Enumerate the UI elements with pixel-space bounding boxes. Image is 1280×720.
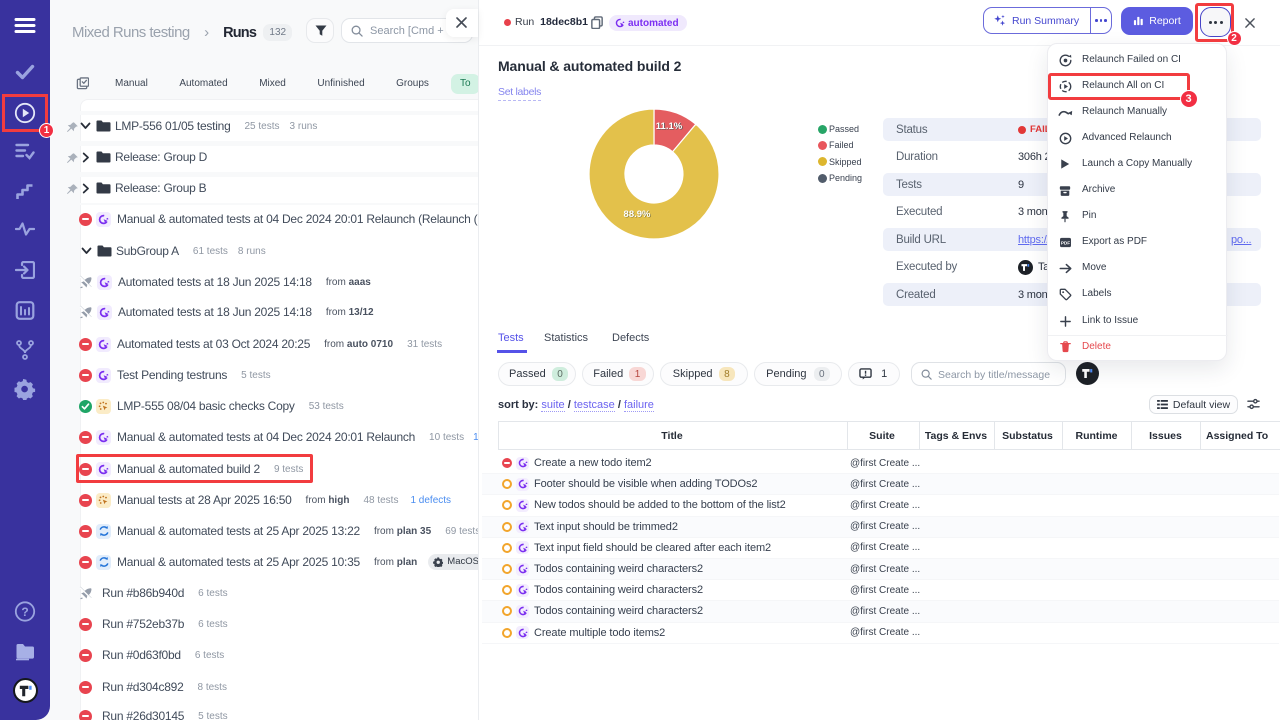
svg-text:88.9%: 88.9% [624,209,651,220]
svg-text:PDF: PDF [1060,241,1069,246]
svg-text:11.1%: 11.1% [656,121,683,132]
svg-text:?: ? [21,605,28,619]
